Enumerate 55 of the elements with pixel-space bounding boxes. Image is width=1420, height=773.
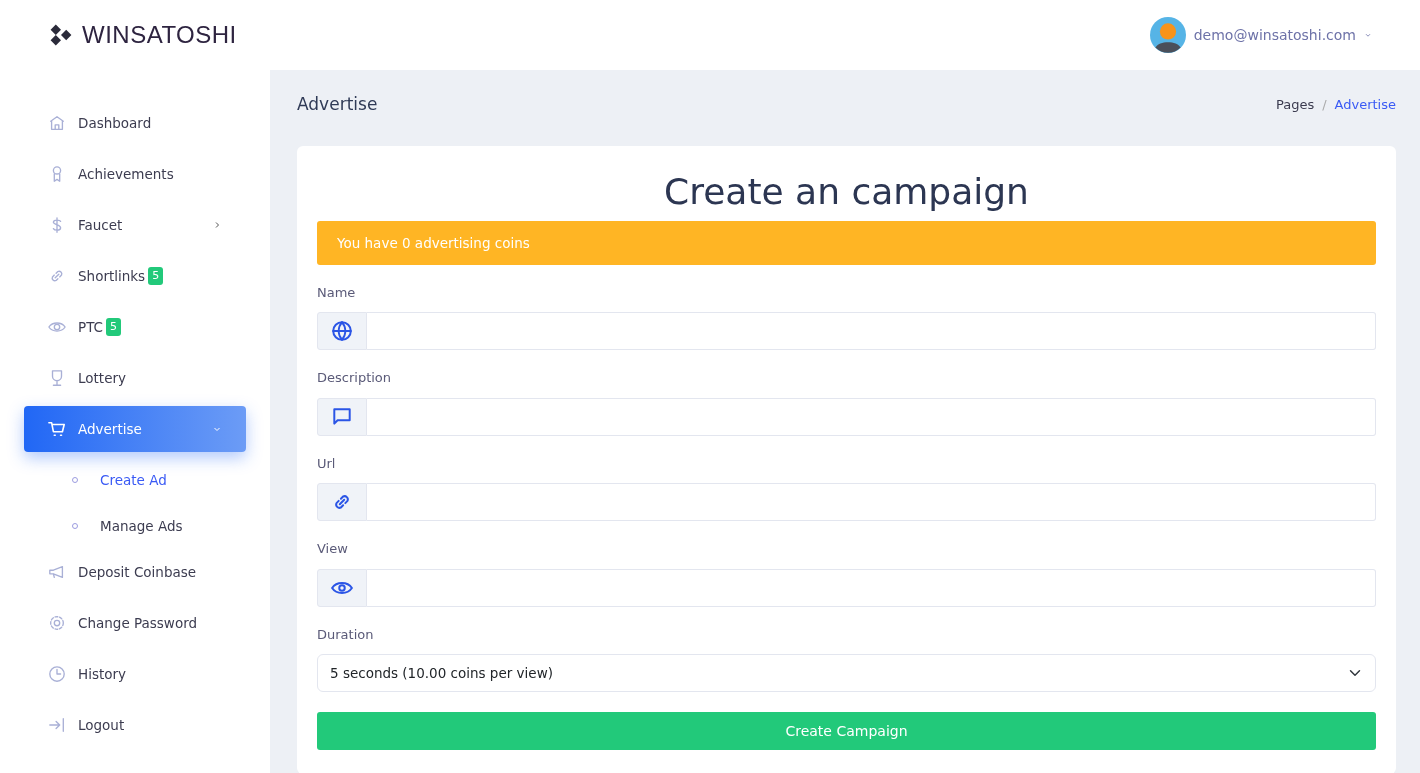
globe-icon	[331, 320, 353, 343]
sidebar-item[interactable]: Deposit Coinbase	[24, 549, 246, 595]
sidebar-label[interactable]: Achievements	[78, 163, 174, 185]
sidebar-label[interactable]: Logout	[78, 714, 125, 736]
sidebar-label[interactable]: Advertise	[78, 418, 142, 440]
input-field[interactable]	[367, 568, 1376, 607]
field-label: Duration	[317, 625, 375, 644]
sidebar-item[interactable]: Dashboard	[24, 100, 246, 146]
sidebar-item[interactable]: Logout	[24, 702, 246, 748]
breadcrumb-link[interactable]: Pages	[1275, 95, 1315, 115]
chat-icon	[331, 405, 353, 428]
count-badge: 5	[106, 317, 122, 337]
field-label: Name	[317, 283, 357, 302]
megaphone-icon	[48, 563, 66, 581]
sidebar-label[interactable]: Dashboard	[78, 112, 152, 134]
input-field[interactable]	[367, 483, 1376, 522]
sidebar-label[interactable]: Change Password	[78, 612, 198, 634]
clock-icon	[48, 665, 66, 683]
sidebar-label[interactable]: Shortlinks	[78, 265, 146, 287]
sidebar-item[interactable]: Lottery	[24, 355, 246, 401]
input-field[interactable]	[367, 397, 1376, 436]
brand-name: WINSATOSHI	[82, 20, 237, 50]
sidebar-label[interactable]: Lottery	[78, 367, 126, 389]
page-title: Advertise	[297, 93, 378, 116]
logout-icon	[48, 716, 66, 734]
avatar-icon	[1149, 17, 1186, 53]
user-email[interactable]: demo@winsatoshi.com	[1193, 24, 1356, 46]
breadcrumb-link[interactable]: Advertise	[1334, 95, 1396, 115]
sidebar-label[interactable]: Deposit Coinbase	[78, 561, 197, 583]
breadcrumb-separator: /	[1322, 96, 1327, 114]
sidebar-item[interactable]: Faucet	[24, 202, 246, 248]
count-badge: 5	[148, 266, 164, 286]
field-label: Url	[317, 454, 337, 473]
sidebar-label[interactable]: Faucet	[78, 214, 123, 236]
chevron-down-icon	[1364, 31, 1372, 39]
sidebar-label[interactable]: History	[78, 663, 127, 685]
sidebar-item[interactable]: History	[24, 651, 246, 697]
user-menu[interactable]: demo@winsatoshi.com	[1149, 17, 1372, 53]
sidebar-item[interactable]: Shortlinks 5	[24, 253, 246, 299]
field-label: View	[317, 540, 349, 559]
sidebar-item[interactable]: PTC 5	[24, 304, 246, 350]
sidebar-item[interactable]: Change Password	[24, 600, 246, 646]
sidebar-item[interactable]: Achievements	[24, 151, 246, 197]
home-icon	[48, 114, 66, 132]
logo-icon	[48, 22, 74, 48]
input-field[interactable]	[367, 312, 1376, 351]
field-label: Description	[317, 369, 393, 388]
duration-select[interactable]: 5 seconds (10.00 coins per view)	[317, 654, 1376, 693]
submenu-item[interactable]: Create Ad	[0, 457, 270, 503]
sidebar-item[interactable]: Advertise	[24, 406, 246, 452]
alert-message: You have 0 advertising coins	[317, 220, 1376, 265]
form-title: Create an campaign	[663, 169, 1030, 213]
submenu-item[interactable]: Manage Ads	[0, 503, 270, 549]
cart-icon	[48, 420, 66, 438]
sidebar-label[interactable]: PTC	[78, 316, 104, 338]
